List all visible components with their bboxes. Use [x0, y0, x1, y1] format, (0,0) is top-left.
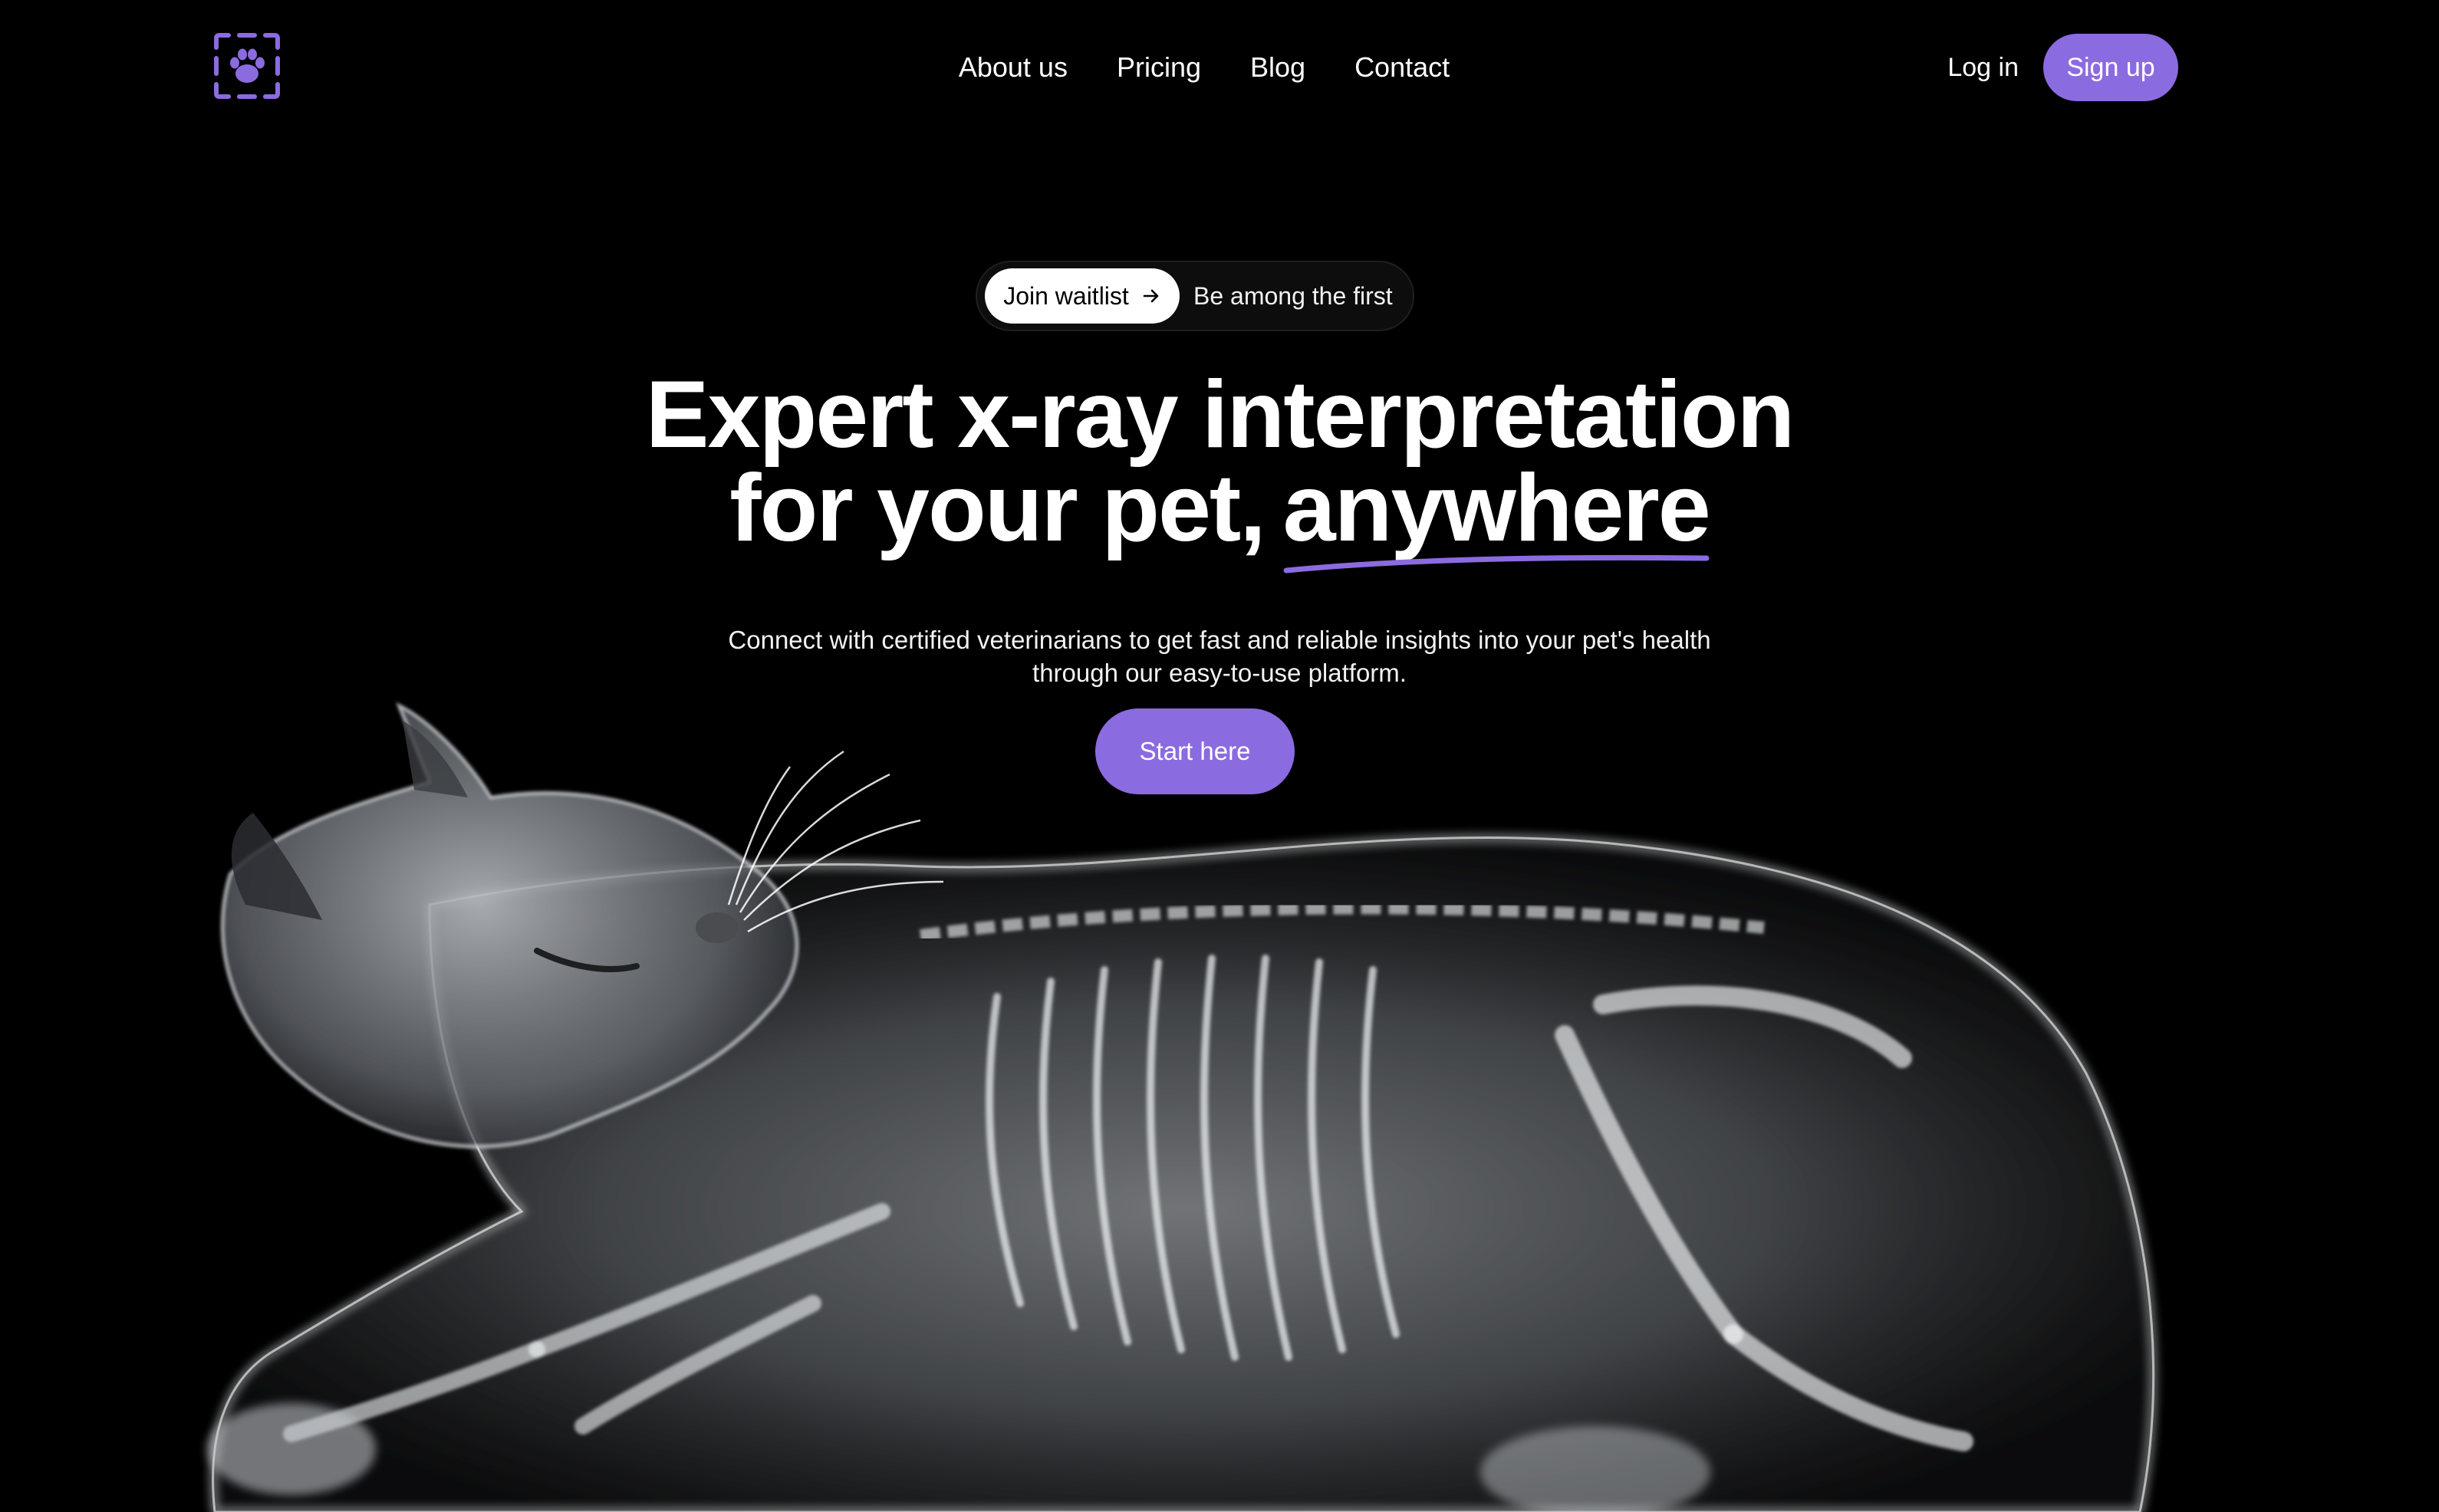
headline-line-2: for your pet, anywhere — [0, 461, 2439, 574]
arrow-right-icon — [1143, 289, 1159, 303]
highlight-word: anywhere — [1282, 455, 1711, 561]
headline-highlight: anywhere — [1283, 461, 1711, 574]
subtitle-line-1: Connect with certified veterinarians to … — [728, 626, 1711, 654]
headline-prefix: for your pet, — [729, 455, 1266, 561]
nav-contact[interactable]: Contact — [1354, 49, 1450, 86]
waitlist-banner: Join waitlist Be among the first — [976, 261, 1414, 331]
hero-headline: Expert x-ray interpretation for your pet… — [0, 362, 2439, 574]
join-waitlist-button[interactable]: Join waitlist — [985, 268, 1180, 324]
nav-about-us[interactable]: About us — [959, 49, 1068, 86]
login-link[interactable]: Log in — [1947, 53, 2019, 83]
waitlist-tagline: Be among the first — [1193, 281, 1393, 310]
join-waitlist-label: Join waitlist — [1003, 281, 1129, 310]
landing-page: About us Pricing Blog Contact Log in Sig… — [0, 0, 2439, 1512]
auth-actions: Log in Sign up — [1947, 34, 2178, 101]
nav-pricing[interactable]: Pricing — [1117, 49, 1201, 86]
nav-blog[interactable]: Blog — [1250, 49, 1305, 86]
headline-line-1: Expert x-ray interpretation — [645, 362, 1795, 468]
underline-stroke — [1283, 554, 1710, 574]
x-ray-cat-image — [207, 702, 2156, 1512]
signup-button[interactable]: Sign up — [2043, 34, 2178, 101]
